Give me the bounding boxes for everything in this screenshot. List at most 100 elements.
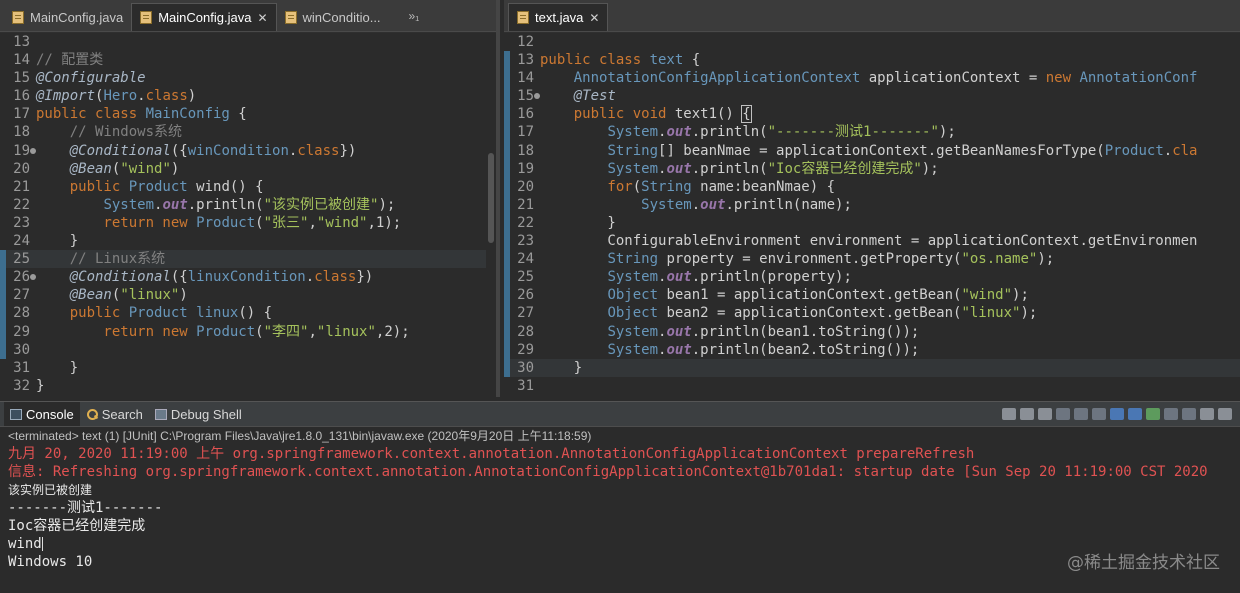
code-line[interactable]: 31 }	[0, 359, 496, 377]
left-tab-0[interactable]: MainConfig.java	[4, 3, 131, 31]
code-line[interactable]: 28 public Product linux() {	[0, 304, 496, 322]
close-icon[interactable]: ✕	[257, 11, 267, 25]
code-line[interactable]: 17 System.out.println("-------测试1-------…	[504, 123, 1240, 141]
console-tab-search[interactable]: Search	[80, 402, 149, 426]
code-token: )	[179, 287, 188, 304]
terminate-icon[interactable]	[1002, 408, 1016, 420]
code-line[interactable]: 32	[504, 395, 1240, 397]
java-file-icon	[12, 10, 24, 24]
console-line: -------测试1-------	[8, 499, 1240, 517]
code-token: {	[229, 106, 247, 123]
code-line[interactable]: 27 Object bean2 = applicationContext.get…	[504, 304, 1240, 322]
code-line[interactable]: 31	[504, 377, 1240, 395]
code-token: out	[700, 196, 726, 213]
show-on-stdout-icon[interactable]	[1110, 408, 1124, 420]
java-file-icon	[517, 11, 529, 24]
code-token: System	[103, 196, 155, 213]
code-token: bean2 = applicationContext.getBean(	[658, 305, 962, 322]
code-line[interactable]: 20 @Bean("wind")	[0, 160, 496, 178]
code-line[interactable]: 19 @Conditional({winCondition.class})	[0, 142, 496, 160]
code-line[interactable]: 13	[0, 33, 496, 51]
display-console-icon[interactable]	[1164, 408, 1178, 420]
code-line[interactable]: 21 System.out.println(name);	[504, 196, 1240, 214]
code-token: MainConfig	[145, 106, 230, 123]
code-line[interactable]: 18 // Windows系统	[0, 123, 496, 141]
line-number: 18	[13, 124, 30, 141]
scroll-lock-icon[interactable]	[1074, 408, 1088, 420]
code-line[interactable]: 12	[504, 33, 1240, 51]
code-line[interactable]: 18 String[] beanNmae = applicationContex…	[504, 142, 1240, 160]
open-console-icon[interactable]	[1182, 408, 1196, 420]
code-line[interactable]: 24 }	[0, 232, 496, 250]
code-token: property = environment.getProperty(	[658, 251, 962, 268]
left-scroll-thumb[interactable]	[488, 153, 494, 243]
code-line[interactable]: 23 ConfigurableEnvironment environment =…	[504, 232, 1240, 250]
code-line[interactable]: 29 return new Product("李四","linux",2);	[0, 323, 496, 341]
code-line[interactable]: 28 System.out.println(bean1.toString());	[504, 323, 1240, 341]
right-tab-0[interactable]: text.java ✕	[508, 3, 609, 31]
remove-launch-icon[interactable]	[1020, 408, 1034, 420]
left-tab-1[interactable]: MainConfig.java ✕	[131, 3, 277, 31]
code-line[interactable]: 17 public class MainConfig {	[0, 105, 496, 123]
console-tab-debug-shell[interactable]: Debug Shell	[149, 402, 248, 426]
code-line[interactable]: 15 @Test	[504, 87, 1240, 105]
minimize-icon[interactable]	[1200, 408, 1214, 420]
code-token: );	[1037, 251, 1055, 268]
console-line-text: -------测试1-------	[8, 500, 163, 516]
console-tab-console[interactable]: Console	[4, 402, 80, 426]
code-line[interactable]: 25 // Linux系统	[0, 250, 496, 269]
left-scrollbar[interactable]	[486, 33, 496, 397]
code-line[interactable]: 23 return new Product("张三","wind",1);	[0, 214, 496, 232]
code-line[interactable]: 32}	[0, 377, 496, 395]
code-token: Object	[607, 305, 659, 322]
code-line[interactable]: 14 // 配置类	[0, 51, 496, 69]
clear-console-icon[interactable]	[1056, 408, 1070, 420]
code-token: text	[649, 52, 684, 69]
code-token: System	[607, 160, 659, 177]
code-line[interactable]: 14 AnnotationConfigApplicationContext ap…	[504, 69, 1240, 87]
code-line[interactable]: 22 System.out.println("该实例已被创建");	[0, 196, 496, 214]
left-tab-2[interactable]: winConditio...	[277, 3, 389, 31]
line-number: 24	[13, 233, 30, 250]
code-token: System	[607, 124, 659, 141]
code-line[interactable]: 19 System.out.println("Ioc容器已经创建完成");	[504, 160, 1240, 178]
code-token: ,	[308, 214, 317, 231]
console-output[interactable]: 九月 20, 2020 11:19:00 上午 org.springframew…	[0, 445, 1240, 571]
code-line[interactable]: 30 }	[504, 358, 1240, 377]
code-line[interactable]: 26 @Conditional({linuxCondition.class})	[0, 268, 496, 286]
code-line[interactable]: 22 }	[504, 214, 1240, 232]
code-line[interactable]: 20 for(String name:beanNmae) {	[504, 178, 1240, 196]
code-line[interactable]: 29 System.out.println(bean2.toString());	[504, 341, 1240, 359]
code-line[interactable]: 21 public Product wind() {	[0, 178, 496, 196]
close-icon[interactable]: ✕	[589, 11, 599, 25]
code-line[interactable]: 24 String property = environment.getProp…	[504, 250, 1240, 268]
code-token: for	[540, 178, 633, 195]
code-line[interactable]: 26 Object bean1 = applicationContext.get…	[504, 286, 1240, 304]
code-line[interactable]: 16 public void text1() {	[504, 105, 1240, 124]
code-token: class	[314, 269, 357, 286]
code-line[interactable]: 25 System.out.println(property);	[504, 268, 1240, 286]
show-on-stderr-icon[interactable]	[1128, 408, 1142, 420]
word-wrap-icon[interactable]	[1092, 408, 1106, 420]
code-line[interactable]: 27 @Bean("linux")	[0, 286, 496, 304]
console-tab-label: Debug Shell	[170, 406, 242, 422]
remove-all-icon[interactable]	[1038, 408, 1052, 420]
left-code-area[interactable]: 13 14 // 配置类 15 @Configurable 16 @Import (Hero.…	[0, 33, 496, 397]
pin-console-icon[interactable]	[1146, 408, 1160, 420]
code-line[interactable]: 16 @Import(Hero.class)	[0, 87, 496, 105]
console-tab-label: Search	[101, 406, 143, 422]
line-number: 22	[13, 196, 30, 213]
fold-marker-icon[interactable]	[30, 147, 36, 154]
console-line: 九月 20, 2020 11:19:00 上午 org.springframew…	[8, 445, 1240, 463]
maximize-icon[interactable]	[1218, 408, 1232, 420]
code-line[interactable]: 13 public class text {	[504, 51, 1240, 69]
code-token: // Linux系统	[36, 251, 166, 268]
right-code-area[interactable]: 12 13 public class text {14 AnnotationConf…	[504, 33, 1240, 397]
tab-overflow-icon[interactable]: »₁	[409, 9, 420, 23]
code-line[interactable]: 30	[0, 341, 496, 359]
code-line[interactable]: 15 @Configurable	[0, 69, 496, 87]
